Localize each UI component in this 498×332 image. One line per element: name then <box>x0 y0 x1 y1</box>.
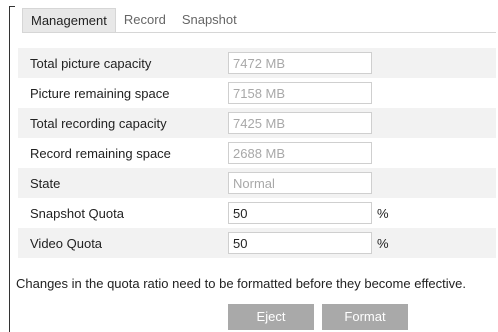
row-record-remaining-space: Record remaining space <box>18 138 496 168</box>
snapshot-quota-unit: % <box>377 205 389 221</box>
frame-border <box>9 6 10 332</box>
format-button[interactable]: Format <box>322 304 408 330</box>
total-picture-capacity-field <box>228 52 372 74</box>
total-recording-capacity-field <box>228 112 372 134</box>
tab-bar: Management Record Snapshot <box>22 8 245 32</box>
quota-format-note: Changes in the quota ratio need to be fo… <box>16 276 466 291</box>
tab-divider <box>22 32 496 33</box>
row-state: State <box>18 168 496 198</box>
total-recording-capacity-label: Total recording capacity <box>30 115 167 131</box>
row-total-picture-capacity: Total picture capacity <box>18 48 496 78</box>
video-quota-label: Video Quota <box>30 235 103 251</box>
snapshot-quota-input[interactable] <box>228 202 372 224</box>
video-quota-input[interactable] <box>228 232 372 254</box>
eject-button[interactable]: Eject <box>228 304 314 330</box>
tab-snapshot[interactable]: Snapshot <box>174 8 245 32</box>
tab-record[interactable]: Record <box>116 8 174 32</box>
picture-remaining-space-field <box>228 82 372 104</box>
frame-border-corner <box>9 6 15 7</box>
storage-management-form: Total picture capacity Picture remaining… <box>18 48 496 258</box>
row-snapshot-quota: Snapshot Quota % <box>18 198 496 228</box>
tab-management[interactable]: Management <box>22 8 116 32</box>
total-picture-capacity-label: Total picture capacity <box>30 55 152 71</box>
row-video-quota: Video Quota % <box>18 228 496 258</box>
record-remaining-space-field <box>228 142 372 164</box>
picture-remaining-space-label: Picture remaining space <box>30 85 170 101</box>
snapshot-quota-label: Snapshot Quota <box>30 205 124 221</box>
state-field <box>228 172 372 194</box>
state-label: State <box>30 175 61 191</box>
record-remaining-space-label: Record remaining space <box>30 145 171 161</box>
video-quota-unit: % <box>377 235 389 251</box>
row-total-recording-capacity: Total recording capacity <box>18 108 496 138</box>
row-picture-remaining-space: Picture remaining space <box>18 78 496 108</box>
